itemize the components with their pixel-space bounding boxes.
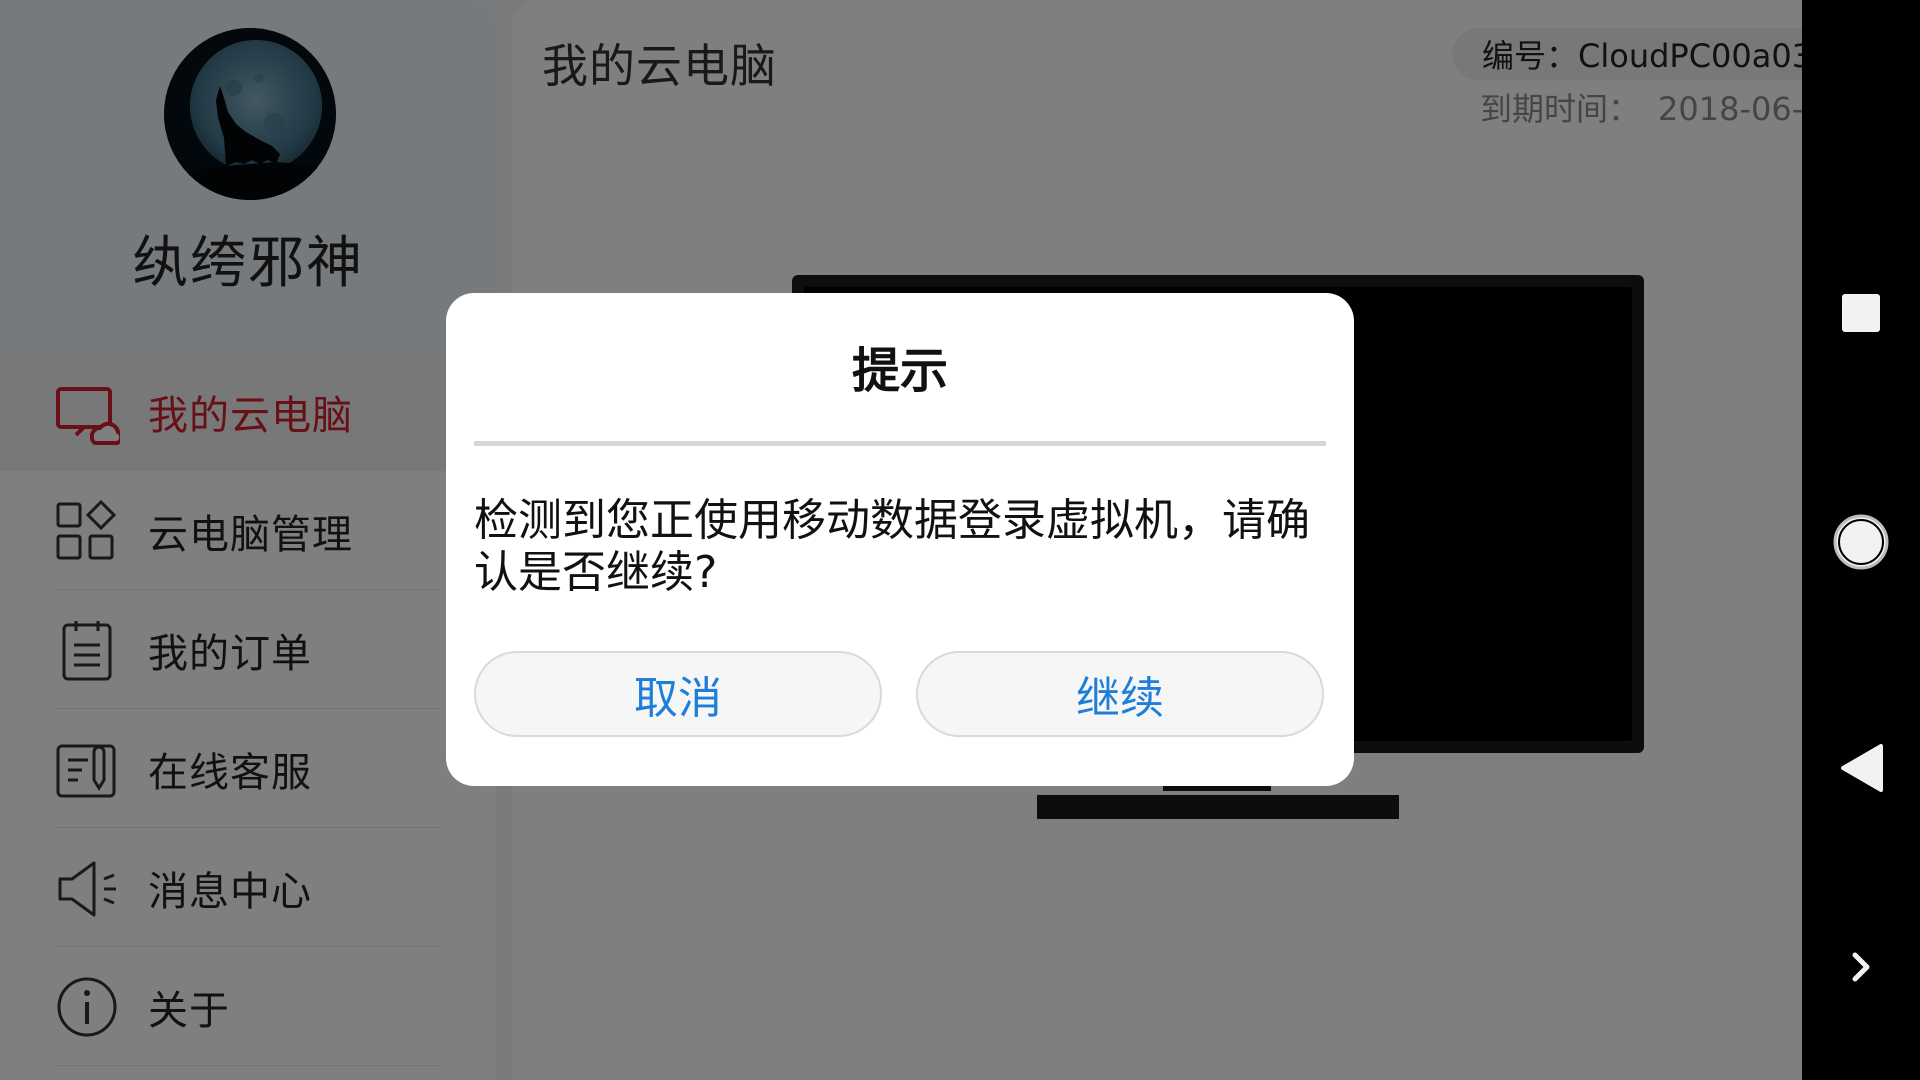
dialog-message: 检测到您正使用移动数据登录虚拟机，请确认是否继续? [474, 495, 1310, 598]
app-root: 纨绔邪神 我的云电脑 [0, 0, 1920, 1080]
dialog-title: 提示 [851, 343, 948, 399]
home-circle-icon[interactable] [1802, 497, 1920, 587]
dialog-divider [474, 441, 1326, 446]
expand-chevron-icon[interactable] [1802, 922, 1920, 1012]
cancel-button[interactable]: 取消 [474, 651, 882, 737]
system-nav-bar [1802, 0, 1920, 1080]
back-triangle-icon[interactable] [1802, 723, 1920, 813]
alert-dialog: 提示 检测到您正使用移动数据登录虚拟机，请确认是否继续? 取消 继续 [446, 293, 1354, 786]
recents-square-icon[interactable] [1802, 268, 1920, 358]
continue-button[interactable]: 继续 [916, 651, 1324, 737]
